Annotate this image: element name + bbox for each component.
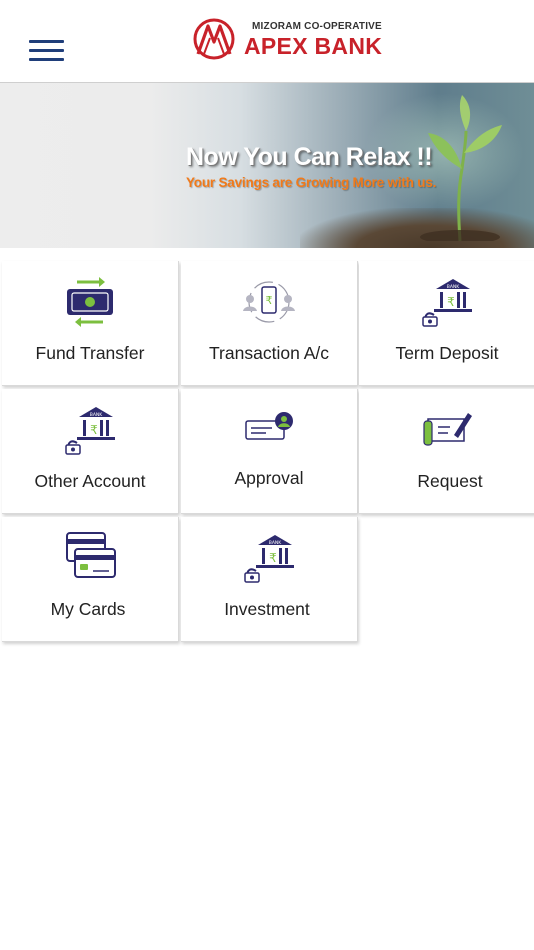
bank-logo: MIZORAM CO-OPERATIVE APEX BANK — [192, 16, 384, 62]
svg-text:BANK: BANK — [90, 412, 104, 418]
hamburger-menu-icon[interactable] — [29, 38, 65, 62]
svg-text:₹: ₹ — [447, 295, 455, 309]
svg-text:₹: ₹ — [90, 423, 98, 437]
svg-text:BANK: BANK — [269, 540, 283, 546]
app-header: MIZORAM CO-OPERATIVE APEX BANK — [0, 0, 534, 83]
menu-tile-term-deposit[interactable]: BANK ₹ Term Deposit — [359, 261, 534, 386]
investment-icon: BANK ₹ — [244, 535, 294, 583]
term-deposit-icon: BANK ₹ — [422, 279, 472, 327]
menu-tile-label: Other Account — [34, 471, 146, 491]
request-icon — [423, 413, 472, 446]
banner-title: Now You Can Relax !! — [186, 143, 433, 171]
svg-text:BANK: BANK — [447, 284, 461, 290]
logo-subtitle: MIZORAM CO-OPERATIVE — [252, 21, 382, 32]
apex-bank-logo-icon — [193, 18, 235, 60]
menu-tile-other-account[interactable]: BANK ₹ Other Account — [2, 389, 179, 514]
svg-text:₹: ₹ — [269, 551, 277, 565]
menu-tile-my-cards[interactable]: My Cards — [2, 517, 179, 642]
promo-banner: Now You Can Relax !! Your Savings are Gr… — [0, 83, 534, 248]
menu-tile-transaction-account[interactable]: ₹ Transaction A/c — [181, 261, 358, 386]
other-account-icon: BANK ₹ — [65, 407, 115, 455]
menu-tile-label: My Cards — [50, 599, 126, 619]
menu-tile-request[interactable]: Request — [359, 389, 534, 514]
menu-tile-label: Approval — [234, 468, 304, 488]
app-screen: MIZORAM CO-OPERATIVE APEX BANK Now You C… — [0, 0, 534, 950]
menu-tile-label: Fund Transfer — [35, 343, 145, 363]
menu-tile-label: Term Deposit — [395, 343, 499, 363]
menu-tile-investment[interactable]: BANK ₹ Investment — [181, 517, 358, 642]
banner-subtitle: Your Savings are Growing More with us. — [186, 175, 437, 190]
fund-transfer-icon — [67, 277, 113, 327]
transaction-account-icon: ₹ — [243, 281, 295, 323]
menu-tile-label: Transaction A/c — [209, 343, 329, 363]
menu-tile-fund-transfer[interactable]: Fund Transfer — [2, 261, 179, 386]
menu-tile-approval[interactable]: Approval — [181, 389, 358, 514]
logo-title: APEX BANK — [244, 33, 383, 59]
approval-icon — [245, 412, 293, 440]
menu-tile-label: Investment — [224, 599, 310, 619]
my-cards-icon — [66, 532, 116, 578]
svg-text:₹: ₹ — [266, 294, 273, 307]
menu-tile-label: Request — [417, 471, 483, 491]
